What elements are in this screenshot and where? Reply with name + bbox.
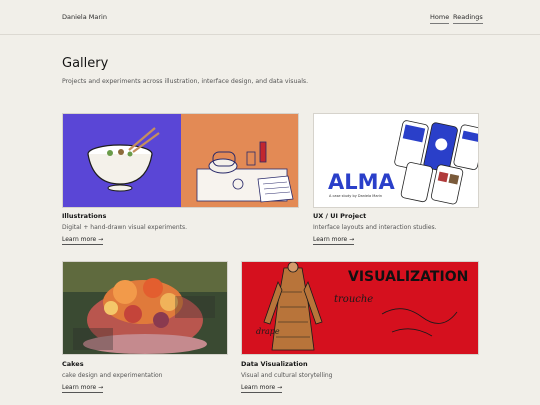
- cakes-thumbnail[interactable]: [62, 261, 228, 355]
- page-title: Gallery: [62, 56, 109, 71]
- top-bar: Daniela Marin Home Readings: [0, 0, 540, 35]
- illustrations-thumbnail[interactable]: [62, 113, 299, 208]
- alma-caption: A case study by Daniela Marin: [329, 194, 382, 198]
- card-description: cake design and experimentation: [62, 372, 163, 379]
- ux-ui-image: ALMA A case study by Daniela Marin: [314, 114, 478, 207]
- learn-more-link[interactable]: Learn more →: [241, 384, 283, 393]
- card-title: Data Visualization: [241, 360, 308, 368]
- card-title: Cakes: [62, 360, 84, 368]
- learn-more-link[interactable]: Learn more →: [62, 384, 104, 393]
- data-visualization-thumbnail[interactable]: VISUALIZATION trouche drape: [241, 261, 479, 355]
- illustrations-image: [63, 114, 298, 207]
- card-description: Digital + hand-drawn visual experiments.: [62, 224, 188, 231]
- site-name[interactable]: Daniela Marin: [62, 13, 107, 21]
- learn-more-link[interactable]: Learn more →: [62, 236, 104, 245]
- card-description: Visual and cultural storytelling: [241, 372, 333, 379]
- data-visualization-image: VISUALIZATION trouche drape: [242, 262, 478, 354]
- visualization-headline: VISUALIZATION: [348, 269, 468, 285]
- handwritten-word: trouche: [334, 294, 373, 305]
- nav-readings-link[interactable]: Readings: [453, 13, 483, 24]
- page-subtitle: Projects and experiments across illustra…: [62, 78, 309, 85]
- nav-home-link[interactable]: Home: [430, 13, 450, 24]
- card-title: UX / UI Project: [313, 212, 367, 220]
- cakes-image: [63, 262, 227, 354]
- learn-more-link[interactable]: Learn more →: [313, 236, 355, 245]
- handwritten-word: drape: [256, 327, 280, 336]
- ux-ui-thumbnail[interactable]: ALMA A case study by Daniela Marin: [313, 113, 479, 208]
- card-title: Illustrations: [62, 212, 107, 220]
- alma-logo: ALMA: [328, 170, 396, 194]
- card-description: Interface layouts and interaction studie…: [313, 224, 437, 231]
